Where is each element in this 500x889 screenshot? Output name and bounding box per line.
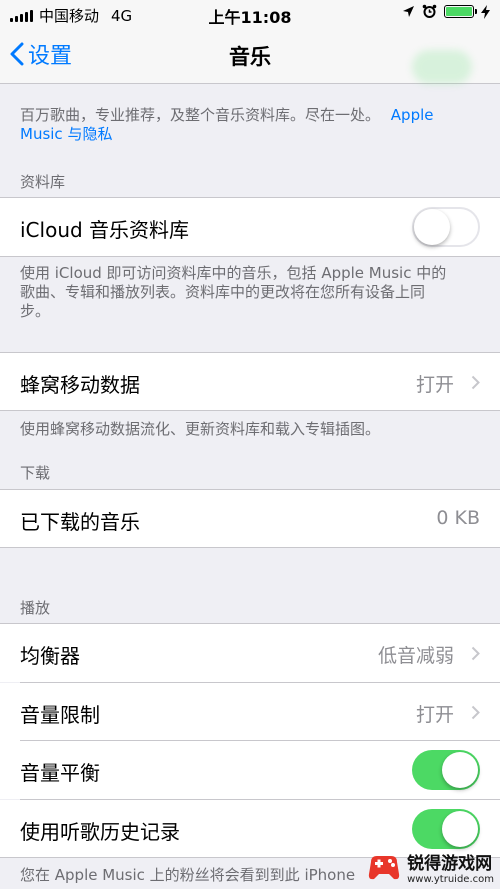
charging-icon [481, 4, 490, 19]
listening-history-toggle[interactable] [412, 809, 480, 849]
toggle-knob [442, 752, 478, 788]
sound-check-row: 音量平衡 [0, 741, 500, 799]
equalizer-row[interactable]: 均衡器 低音减弱 [0, 624, 500, 682]
icloud-library-footer: 使用 iCloud 即可访问资料库中的音乐，包括 Apple Music 中的 … [20, 264, 480, 321]
downloaded-music-row[interactable]: 已下载的音乐 0 KB [0, 490, 500, 548]
battery-icon [444, 5, 477, 18]
toggle-knob [414, 209, 450, 245]
status-bar: 中国移动 4G 上午11:08 [0, 0, 500, 28]
privacy-link-part1[interactable]: Apple [391, 106, 434, 124]
status-right [402, 4, 490, 19]
navigation-bar: 设置 音乐 [0, 28, 500, 84]
location-icon [403, 6, 414, 17]
icloud-footer-line1: 使用 iCloud 即可访问资料库中的音乐，包括 Apple Music 中的 [20, 264, 447, 282]
volume-limit-label: 音量限制 [20, 703, 100, 727]
chevron-right-icon [471, 375, 480, 390]
downloads-section-header: 下载 [20, 464, 51, 482]
equalizer-label: 均衡器 [20, 644, 80, 668]
listening-history-label: 使用听歌历史记录 [20, 820, 180, 844]
divider [0, 547, 500, 548]
watermark-url: www.ytruide.com [407, 874, 494, 885]
gamepad-logo-icon [368, 856, 400, 880]
chevron-right-icon [471, 646, 480, 661]
alarm-icon [422, 4, 437, 18]
watermark-title: 锐得游戏网 [407, 854, 493, 874]
icloud-library-label: iCloud 音乐资料库 [20, 218, 190, 242]
cellular-footer: 使用蜂窝移动数据流化、更新资料库和载入专辑插图。 [20, 420, 381, 438]
playback-section-header: 播放 [20, 599, 51, 617]
cellular-data-label: 蜂窝移动数据 [20, 373, 140, 397]
sound-check-label: 音量平衡 [20, 761, 100, 785]
divider [0, 410, 500, 411]
toggle-knob [442, 811, 478, 847]
volume-limit-value: 打开 [415, 704, 454, 726]
scrolled-toggle-remnant [412, 50, 472, 84]
icloud-library-toggle[interactable] [412, 207, 480, 247]
sound-check-toggle[interactable] [412, 750, 480, 790]
divider [0, 256, 500, 257]
cellular-data-row[interactable]: 蜂窝移动数据 打开 [0, 353, 500, 411]
downloaded-music-value: 0 KB [436, 507, 480, 529]
equalizer-value: 低音减弱 [377, 645, 454, 667]
privacy-link-part2[interactable]: Music 与隐私 [20, 125, 112, 143]
intro-footer-text: 百万歌曲，专业推荐，及整个音乐资料库。尽在一处。 [20, 106, 381, 124]
chevron-right-icon [471, 705, 480, 720]
icloud-library-row: iCloud 音乐资料库 [0, 198, 500, 256]
library-section-header: 资料库 [20, 173, 66, 191]
icloud-footer-line3: 步。 [20, 302, 51, 320]
cellular-data-value: 打开 [415, 374, 454, 396]
downloaded-music-label: 已下载的音乐 [20, 510, 140, 534]
icloud-footer-line2: 歌曲、专辑和播放列表。资料库中的更改将在您所有设备上同 [20, 283, 426, 301]
intro-footer: 百万歌曲，专业推荐，及整个音乐资料库。尽在一处。 Apple Music 与隐私 [20, 106, 480, 144]
volume-limit-row[interactable]: 音量限制 打开 [0, 683, 500, 741]
site-watermark: 锐得游戏网 www.ytruide.com [367, 849, 494, 885]
